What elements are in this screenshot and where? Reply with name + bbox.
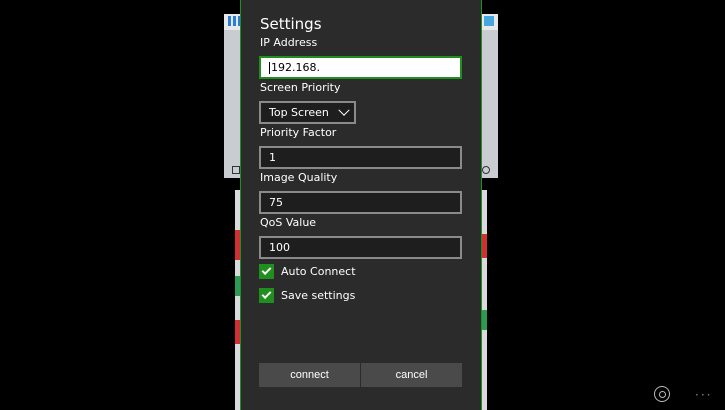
camera-lens-icon[interactable] [654, 386, 670, 402]
ip-address-input[interactable]: 192.168. [259, 56, 462, 79]
cancel-button[interactable]: cancel [361, 363, 462, 387]
settings-dialog: Settings IP Address 192.168. Screen Prio… [240, 0, 482, 410]
battery-icon [484, 16, 494, 26]
registered-icon [482, 166, 490, 174]
ip-address-value: 192.168. [271, 61, 320, 74]
signal-icon [228, 16, 240, 26]
auto-connect-label: Auto Connect [281, 265, 356, 278]
more-options-icon[interactable]: ··· [695, 388, 712, 402]
image-quality-value: 75 [269, 196, 283, 209]
screen-priority-label: Screen Priority [260, 81, 341, 94]
priority-factor-value: 1 [269, 151, 276, 164]
connect-button[interactable]: connect [259, 363, 360, 387]
qos-value-value: 100 [269, 241, 290, 254]
screen-priority-dropdown[interactable]: Top Screen [259, 101, 356, 124]
dialog-title: Settings [260, 15, 322, 33]
chevron-down-icon [338, 104, 350, 116]
save-settings-checkbox[interactable]: Save settings [259, 288, 355, 303]
save-settings-label: Save settings [281, 289, 356, 302]
checkbox-checked-icon[interactable] [259, 264, 274, 279]
auto-connect-checkbox[interactable]: Auto Connect [259, 264, 356, 279]
priority-factor-label: Priority Factor [260, 126, 337, 139]
square-badge-icon [232, 166, 240, 174]
image-quality-input[interactable]: 75 [259, 191, 462, 214]
qos-value-input[interactable]: 100 [259, 236, 462, 259]
checkmark-icon [261, 265, 272, 276]
checkbox-checked-icon[interactable] [259, 288, 274, 303]
qos-value-label: QoS Value [260, 216, 317, 229]
ip-address-label: IP Address [260, 36, 318, 49]
image-quality-label: Image Quality [260, 171, 338, 184]
checkmark-icon [261, 289, 272, 300]
screen-priority-value: Top Screen [269, 106, 329, 119]
screen: Settings IP Address 192.168. Screen Prio… [0, 0, 725, 410]
text-caret [269, 61, 270, 74]
priority-factor-input[interactable]: 1 [259, 146, 462, 169]
